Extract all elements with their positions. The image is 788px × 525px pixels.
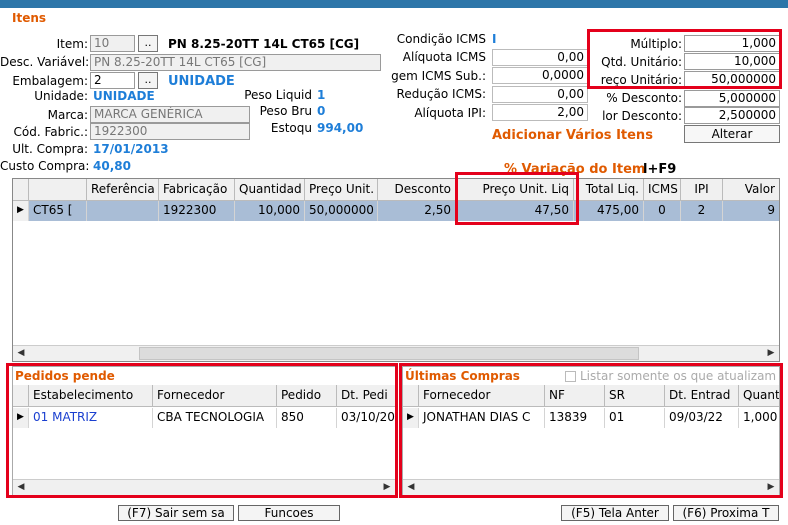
marca-field[interactable]: MARCA GENÉRICA bbox=[90, 106, 250, 123]
proxima-tela-button[interactable]: (F6) Proxima T bbox=[673, 505, 779, 521]
scroll-left-icon[interactable]: ◀ bbox=[13, 346, 29, 362]
valor-desconto-label: lor Desconto: bbox=[602, 109, 682, 123]
tela-anterior-button[interactable]: (F5) Tela Anter bbox=[561, 505, 669, 521]
pct-desconto-label: % Desconto: bbox=[606, 91, 682, 105]
aliquota-icms-label: Alíquota ICMS bbox=[402, 50, 486, 64]
peso-bruto-value: 0 bbox=[317, 104, 326, 118]
cell-quantidade[interactable]: 10,000 bbox=[235, 201, 305, 221]
cell-code[interactable]: CT65 [ bbox=[29, 201, 87, 221]
peso-liquido-label: Peso Liquid bbox=[244, 88, 312, 102]
embalagem-field[interactable]: 2 bbox=[90, 72, 135, 89]
margem-icms-sub-label: gem ICMS Sub.: bbox=[391, 69, 486, 83]
embalagem-unit: UNIDADE bbox=[168, 74, 235, 89]
col-fabricacao[interactable]: Fabricação bbox=[159, 179, 235, 200]
condicao-icms-value: I bbox=[492, 32, 497, 46]
aliquota-ipi-field[interactable]: 2,00 bbox=[492, 104, 588, 121]
condicao-icms-label: Condição ICMS bbox=[396, 32, 486, 46]
adicionar-varios-itens-link[interactable]: Adicionar Vários Itens bbox=[492, 128, 653, 143]
col-desconto[interactable]: Desconto bbox=[378, 179, 456, 200]
cod-fabric-field[interactable]: 1922300 bbox=[90, 123, 250, 140]
peso-liquido-value: 1 bbox=[317, 88, 326, 102]
section-title-itens: Itens bbox=[12, 11, 47, 25]
custo-compra-label: Custo Compra: bbox=[0, 159, 90, 173]
cell-fabricacao[interactable]: 1922300 bbox=[159, 201, 235, 221]
unidade-value: UNIDADE bbox=[93, 89, 155, 103]
col-preco-unit[interactable]: Preço Unit. bbox=[305, 179, 378, 200]
ult-compra-label: Ult. Compra: bbox=[12, 142, 88, 156]
funcoes-button[interactable]: Funcoes bbox=[238, 505, 340, 521]
top-bar bbox=[0, 0, 788, 8]
items-grid-header: Referência Fabricação Quantidad Preço Un… bbox=[13, 179, 779, 201]
desc-variavel-field[interactable]: PN 8.25-20TT 14L CT65 [CG] bbox=[90, 54, 381, 71]
shortcut-hint: l+F9 bbox=[643, 162, 677, 177]
aliquota-ipi-label: Alíquota IPI: bbox=[414, 106, 486, 120]
item-lookup-button[interactable]: .. bbox=[138, 35, 158, 52]
cell-preco-unit[interactable]: 50,000000 bbox=[305, 201, 378, 221]
embalagem-label: Embalagem: bbox=[12, 74, 88, 88]
aliquota-icms-field[interactable]: 0,00 bbox=[492, 49, 588, 66]
col-icms[interactable]: ICMS bbox=[644, 179, 681, 200]
unidade-label: Unidade: bbox=[34, 89, 88, 103]
estoque-value: 994,00 bbox=[317, 121, 364, 135]
cell-total-liq[interactable]: 475,00 bbox=[574, 201, 644, 221]
col-quantidade[interactable]: Quantidad bbox=[235, 179, 305, 200]
col-total-liq[interactable]: Total Liq. bbox=[574, 179, 644, 200]
col-indicator bbox=[13, 179, 29, 200]
highlight-pedidos-box bbox=[6, 363, 398, 498]
col-referencia[interactable]: Referência bbox=[87, 179, 159, 200]
margem-icms-sub-field[interactable]: 0,0000 bbox=[492, 67, 588, 84]
scroll-right-icon[interactable]: ▶ bbox=[763, 346, 779, 362]
valor-desconto-field[interactable]: 2,500000 bbox=[684, 107, 780, 124]
ult-compra-value: 17/01/2013 bbox=[93, 142, 169, 156]
cod-fabric-label: Cód. Fabric.: bbox=[13, 125, 88, 139]
desc-variavel-label: Desc. Variável: bbox=[0, 55, 90, 69]
marca-label: Marca: bbox=[47, 108, 88, 122]
items-grid: Referência Fabricação Quantidad Preço Un… bbox=[12, 178, 780, 362]
scroll-thumb[interactable] bbox=[139, 347, 639, 360]
col-valor[interactable]: Valor bbox=[723, 179, 779, 200]
items-grid-scrollbar[interactable]: ◀ ▶ bbox=[13, 345, 779, 361]
highlight-preco-liq-box bbox=[455, 172, 579, 225]
item-label: Item: bbox=[56, 37, 88, 51]
cell-referencia[interactable] bbox=[87, 201, 159, 221]
pct-desconto-field[interactable]: 5,000000 bbox=[684, 90, 780, 107]
reducao-icms-field[interactable]: 0,00 bbox=[492, 86, 588, 103]
cell-icms[interactable]: 0 bbox=[644, 201, 681, 221]
col-ipi[interactable]: IPI bbox=[681, 179, 723, 200]
reducao-icms-label: Redução ICMS: bbox=[396, 87, 486, 101]
cell-valor[interactable]: 9 bbox=[723, 201, 779, 221]
row-pointer-icon: ▶ bbox=[13, 201, 29, 221]
alterar-button[interactable]: Alterar bbox=[684, 125, 780, 143]
highlight-pricing-box bbox=[587, 29, 782, 89]
table-row[interactable]: ▶ CT65 [ 1922300 10,000 50,000000 2,50 4… bbox=[13, 201, 779, 221]
sair-sem-salvar-button[interactable]: (F7) Sair sem sa bbox=[118, 505, 234, 521]
item-code-field[interactable]: 10 bbox=[90, 35, 135, 52]
col-code bbox=[29, 179, 87, 200]
embalagem-lookup-button[interactable]: .. bbox=[138, 72, 158, 89]
highlight-compras-box bbox=[399, 363, 783, 498]
item-description: PN 8.25-20TT 14L CT65 [CG] bbox=[168, 37, 360, 51]
cell-desconto[interactable]: 2,50 bbox=[378, 201, 456, 221]
custo-compra-value: 40,80 bbox=[93, 159, 131, 173]
cell-ipi[interactable]: 2 bbox=[681, 201, 723, 221]
